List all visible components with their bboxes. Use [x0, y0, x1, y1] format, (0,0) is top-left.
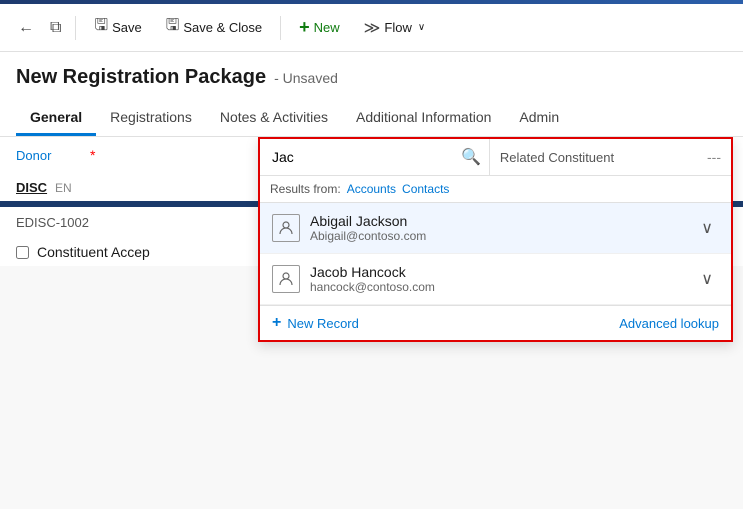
tab-admin[interactable]: Admin	[505, 101, 573, 136]
new-record-label: New Record	[287, 316, 359, 331]
back-button[interactable]: ←	[12, 15, 40, 41]
toolbar-separator-1	[75, 16, 76, 40]
abigail-avatar-icon	[272, 214, 300, 242]
donor-search-input[interactable]	[268, 145, 457, 169]
constituent-accept-label: Constituent Accep	[37, 244, 150, 260]
results-from-label: Results from:	[270, 182, 341, 196]
save-close-button[interactable]: 🖫 Save & Close	[156, 9, 272, 46]
page-header: New Registration Package - Unsaved	[0, 52, 743, 97]
new-button[interactable]: + New	[289, 12, 350, 43]
related-constituent-section: Related Constituent ---	[490, 143, 731, 171]
abigail-name: Abigail Jackson	[310, 213, 685, 229]
donor-label: Donor	[16, 148, 76, 163]
new-record-plus-icon: +	[272, 314, 281, 332]
save-label: Save	[112, 20, 142, 35]
jacob-name: Jacob Hancock	[310, 264, 685, 280]
tab-additional-information[interactable]: Additional Information	[342, 101, 505, 136]
section-label-en: EN	[55, 181, 72, 195]
search-dropdown: 🔍 Related Constituent --- Results from: …	[258, 137, 733, 342]
dropdown-top-row: 🔍 Related Constituent ---	[260, 139, 731, 176]
save-button[interactable]: 🖫 Save	[84, 9, 151, 46]
result-item-abigail[interactable]: Abigail Jackson Abigail@contoso.com ∨	[260, 203, 731, 254]
unsaved-badge: - Unsaved	[274, 70, 338, 86]
abigail-expand-icon[interactable]: ∨	[695, 216, 719, 240]
related-constituent-header: Related Constituent	[500, 150, 614, 165]
flow-icon: ≫	[364, 18, 381, 38]
abigail-email: Abigail@contoso.com	[310, 229, 685, 243]
toolbar-separator-2	[280, 16, 281, 40]
tab-general[interactable]: General	[16, 101, 96, 136]
record-id-text: EDISC-1002	[16, 215, 89, 230]
save-close-label: Save & Close	[183, 20, 262, 35]
constituent-accept-checkbox[interactable]	[16, 246, 29, 259]
jacob-email: hancock@contoso.com	[310, 280, 685, 294]
flow-button[interactable]: ≫ Flow ∨	[354, 13, 436, 43]
tab-notes-activities[interactable]: Notes & Activities	[206, 101, 342, 136]
toolbar: ← ⧉ 🖫 Save 🖫 Save & Close + New ≫ Flow ∨	[0, 4, 743, 52]
tab-registrations[interactable]: Registrations	[96, 101, 206, 136]
required-star: *	[90, 147, 95, 163]
dropdown-footer: + New Record Advanced lookup	[260, 305, 731, 340]
results-from-row: Results from: Accounts Contacts	[260, 176, 731, 203]
flow-chevron-icon: ∨	[418, 22, 425, 33]
search-icon: 🔍	[461, 147, 481, 167]
jacob-avatar-icon	[272, 265, 300, 293]
page-title-text: New Registration Package	[16, 66, 266, 89]
search-section: 🔍	[260, 139, 490, 175]
main-content: Donor * Related Constituent --- DISC EN …	[0, 137, 743, 509]
ellipsis-icon: ---	[707, 149, 721, 165]
restore-button[interactable]: ⧉	[44, 15, 67, 41]
save-icon: 🖫	[94, 14, 108, 41]
new-record-button[interactable]: + New Record	[272, 314, 359, 332]
section-label[interactable]: DISC	[16, 180, 47, 195]
new-plus-icon: +	[299, 17, 310, 38]
contacts-link[interactable]: Contacts	[402, 182, 449, 196]
accounts-link[interactable]: Accounts	[347, 182, 396, 196]
save-close-icon: 🖫	[166, 14, 180, 41]
abigail-info: Abigail Jackson Abigail@contoso.com	[310, 213, 685, 243]
jacob-info: Jacob Hancock hancock@contoso.com	[310, 264, 685, 294]
tab-bar: General Registrations Notes & Activities…	[0, 97, 743, 137]
jacob-expand-icon[interactable]: ∨	[695, 267, 719, 291]
result-item-jacob[interactable]: Jacob Hancock hancock@contoso.com ∨	[260, 254, 731, 305]
flow-label: Flow	[384, 20, 411, 35]
advanced-lookup-button[interactable]: Advanced lookup	[619, 316, 719, 331]
page-title: New Registration Package - Unsaved	[16, 66, 727, 89]
content-wrapper: New Registration Package - Unsaved Gener…	[0, 52, 743, 509]
new-label: New	[314, 20, 340, 35]
